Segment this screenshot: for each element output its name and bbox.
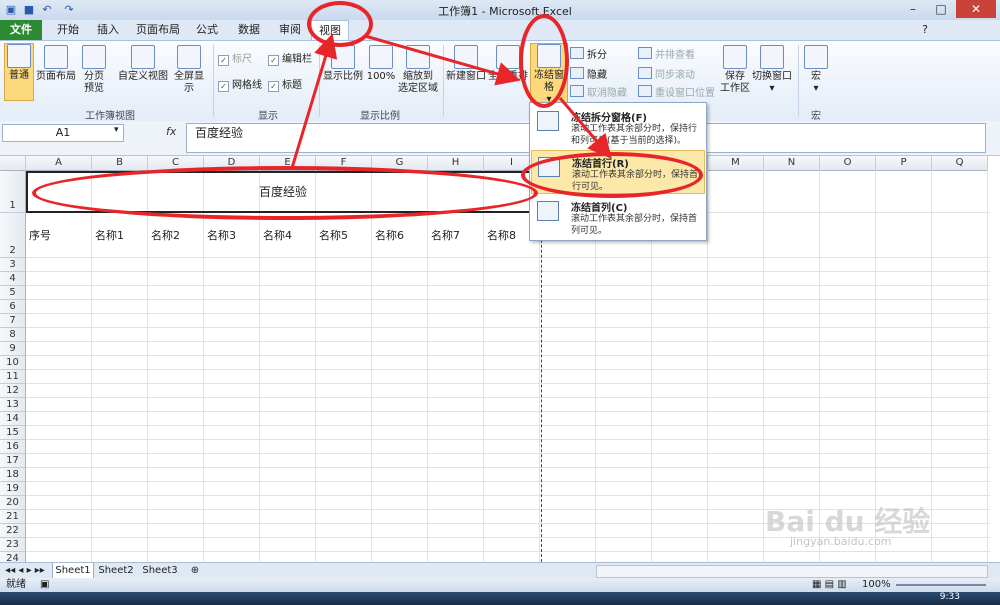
arrow-to-freeze-top-row: [558, 97, 612, 159]
arrow-to-view-tab: [290, 33, 338, 169]
arrow-to-freeze-button: [364, 34, 521, 86]
annotation-arrows: [290, 33, 612, 169]
